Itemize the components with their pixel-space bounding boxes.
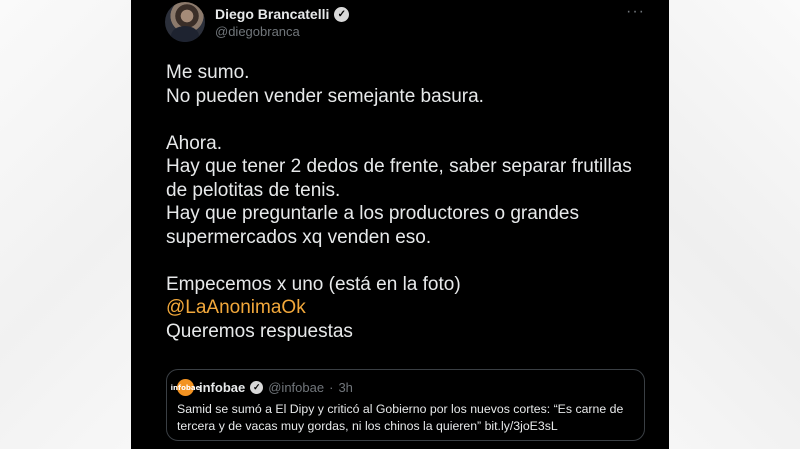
tweet-card: Diego Brancatelli ✓ @diegobranca ··· Me … [131,0,669,449]
author-name-row: Diego Brancatelli ✓ [215,6,350,22]
tweet-line: de pelotitas de tenis. [166,179,341,201]
verified-badge-icon: ✓ [334,6,350,22]
quoted-tweet-header: infobae infobae ✓ @infobae · 3h [171,379,353,396]
tweet-line-break [166,108,646,132]
tweet-line: Hay que tener 2 dedos de frente, saber s… [166,156,632,177]
mention-link[interactable]: @LaAnonimaOk [166,296,646,320]
quoted-author-handle[interactable]: @infobae [268,380,324,395]
tweet-line: No pueden vender semejante basura. [166,85,484,107]
author-handle[interactable]: @diegobranca [215,24,300,39]
left-background [0,0,131,449]
tweet-line: supermercados xq venden eso. [166,226,432,248]
tweet-line: Queremos respuestas [166,320,353,342]
more-horizontal-icon[interactable]: ··· [626,3,645,21]
quoted-tweet-text: Samid se sumó a El Dipy y criticó al Gob… [177,402,624,433]
infobae-logo-icon: infobae [171,379,200,396]
tweet-line: Hay que preguntarle a los productores o … [166,203,579,224]
avatar[interactable] [165,2,205,42]
tweet-line: Me sumo. [166,62,250,83]
tweet-line: Ahora. [166,132,222,154]
tweet-text: Me sumo. No pueden vender semejante basu… [166,61,646,343]
tweet-line-break [166,249,646,273]
verified-badge-icon: ✓ [250,381,264,394]
quoted-tweet[interactable]: infobae infobae ✓ @infobae · 3h Samid se… [166,369,645,441]
author-display-name[interactable]: Diego Brancatelli [215,6,329,22]
quoted-timestamp[interactable]: 3h [338,380,352,395]
right-background [669,0,800,449]
separator-dot: · [329,380,334,395]
tweet-line: Empecemos x uno (está en la foto) [166,273,461,295]
quoted-author-name[interactable]: infobae [199,380,245,395]
